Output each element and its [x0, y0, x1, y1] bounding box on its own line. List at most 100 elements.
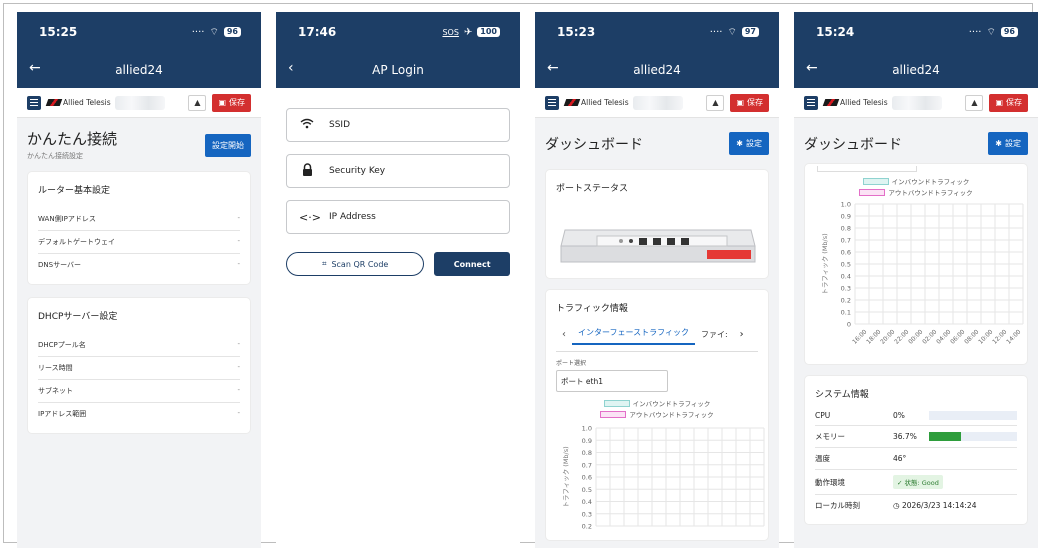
y-tick-label: 0.8	[582, 449, 592, 457]
x-tick-label: 10:00	[977, 328, 994, 345]
ssid-field[interactable]: SSID	[286, 108, 510, 142]
back-chevron-icon[interactable]: ‹	[288, 60, 294, 76]
chevron-left-icon[interactable]: ‹	[556, 329, 572, 340]
security-key-placeholder: Security Key	[329, 166, 386, 176]
battery-icon: 96	[1000, 27, 1018, 37]
signal-icon: ····	[968, 26, 982, 38]
traffic-chart: 1.0 0.9 0.8 0.7 0.6 0.5 0.4 0.3 0.2 トラフィック (Mb/s)	[562, 425, 765, 531]
user-icon[interactable]: ▲	[965, 94, 984, 111]
chart-legend: インバウンドトラフィック アウトバウンドトラフィック	[815, 176, 1017, 197]
port-select-label: ポート選択	[556, 360, 587, 367]
x-tick-label: 22:00	[893, 328, 910, 345]
toolbar: Allied Telesis ▲ ▣ 保存	[17, 88, 261, 118]
allied-telesis-logo: Allied Telesis	[563, 98, 629, 107]
list-item: リース時間 -	[38, 357, 240, 380]
legend-inbound[interactable]: インバウンドトラフィック	[815, 176, 1017, 186]
x-tick-label: 20:00	[879, 328, 896, 345]
x-tick-label: 02:00	[921, 328, 938, 345]
memory-row: メモリー 36.7%	[815, 426, 1017, 448]
toolbar: Allied Telesis ▲ ▣ 保存	[794, 88, 1038, 118]
allied-telesis-logo: Allied Telesis	[822, 98, 888, 107]
y-tick-label: 0.1	[841, 309, 851, 317]
y-tick-label: 0.8	[841, 225, 851, 233]
check-icon: ✓	[897, 479, 905, 487]
gear-icon: ✱	[995, 139, 1002, 148]
port-status-card: ポートステータス	[545, 169, 769, 279]
blurred-device-name	[114, 95, 165, 110]
page-subtitle: かんたん接続設定	[27, 152, 83, 160]
legend-outbound[interactable]: アウトバウンドトラフィック	[556, 409, 758, 419]
save-button[interactable]: ▣ 保存	[730, 93, 769, 112]
back-arrow-icon[interactable]: ←	[547, 60, 559, 76]
connect-button[interactable]: Connect	[434, 252, 510, 276]
y-tick-label: 0.2	[841, 297, 851, 305]
status-time: 17:46	[298, 25, 337, 39]
signal-icon: ····	[709, 26, 723, 38]
y-tick-label: 0	[847, 321, 851, 329]
traffic-chart-card: インバウンドトラフィック アウトバウンドトラフィック 1.0 0.9 0.8 0.7 0…	[804, 163, 1028, 365]
save-icon: ▣	[995, 98, 1003, 107]
main-content: かんたん接続 かんたん接続設定 設定開始 ルーター基本設定 WAN側IPアドレス…	[17, 118, 261, 454]
tab-file[interactable]: ファイ:	[695, 326, 734, 343]
back-arrow-icon[interactable]: ←	[806, 60, 818, 76]
save-button[interactable]: ▣ 保存	[989, 93, 1028, 112]
signal-icon: ····	[191, 26, 205, 38]
back-arrow-icon[interactable]: ←	[29, 60, 41, 76]
app-bar-title: AP Login	[372, 63, 424, 77]
y-tick-label: 0.9	[582, 437, 592, 445]
card-title: トラフィック情報	[556, 304, 628, 314]
cpu-bar	[929, 411, 1017, 420]
clock-icon: ◷	[893, 501, 902, 510]
wifi-icon: ⌔	[986, 26, 996, 38]
phone-dashboard-ports: 15:23 ···· ⌔ 97 ← allied24 Allied Telesis …	[535, 12, 779, 548]
settings-button[interactable]: ✱ 設定	[729, 132, 769, 155]
wifi-icon: ⌔	[209, 26, 219, 38]
save-icon: ▣	[736, 98, 744, 107]
chart-legend: インバウンドトラフィック アウトバウンドトラフィック	[556, 398, 758, 419]
legend-outbound[interactable]: アウトバウンドトラフィック	[815, 187, 1017, 197]
battery-icon: 96	[223, 27, 241, 37]
x-tick-label: 00:00	[907, 328, 924, 345]
y-tick-label: 0.5	[582, 486, 592, 494]
y-tick-label: 1.0	[841, 201, 851, 209]
app-bar: ‹ AP Login	[276, 52, 520, 88]
start-setup-button[interactable]: 設定開始	[205, 134, 251, 157]
user-icon[interactable]: ▲	[706, 94, 725, 111]
status-time: 15:24	[816, 25, 855, 39]
environment-row: 動作環境 ✓ 状態: Good	[815, 470, 1017, 495]
router-image	[557, 216, 757, 266]
traffic-card: トラフィック情報 ‹ インターフェーストラフィック ファイ: › ポート選択 ポ…	[545, 289, 769, 541]
scan-qr-button[interactable]: ⌗ Scan QR Code	[286, 252, 425, 276]
security-key-field[interactable]: Security Key	[286, 154, 510, 188]
battery-icon: 100	[477, 27, 500, 37]
settings-button[interactable]: ✱ 設定	[988, 132, 1028, 155]
system-info-card: システム情報 CPU 0% メモリー 36.7% 温度 46° 動作環境 ✓ 状…	[804, 375, 1028, 525]
save-button[interactable]: ▣ 保存	[212, 93, 251, 112]
y-tick-label: 0.3	[582, 510, 592, 518]
ip-address-placeholder: IP Address	[329, 212, 376, 222]
dhcp-card: DHCPサーバー設定 DHCPプール名 - リース時間 - サブネット - IPアドレ…	[27, 297, 251, 434]
gear-icon: ✱	[736, 139, 743, 148]
port-select[interactable]: ポート eth1	[556, 370, 668, 392]
cpu-row: CPU 0%	[815, 406, 1017, 426]
menu-icon[interactable]	[804, 95, 818, 110]
battery-icon: 97	[741, 27, 759, 37]
ip-address-field[interactable]: <·> IP Address	[286, 200, 510, 234]
status-time: 15:25	[39, 25, 78, 39]
blurred-device-name	[891, 95, 942, 110]
app-bar: ← allied24	[794, 52, 1038, 88]
menu-icon[interactable]	[27, 95, 41, 110]
phone-ap-login: 17:46 SOS ✈ 100 ‹ AP Login SSID Security K…	[276, 12, 520, 548]
blurred-device-name	[632, 95, 683, 110]
y-tick-label: 0.9	[841, 213, 851, 221]
legend-inbound[interactable]: インバウンドトラフィック	[556, 398, 758, 408]
chevron-right-icon[interactable]: ›	[734, 329, 750, 340]
menu-icon[interactable]	[545, 95, 559, 110]
x-tick-label: 08:00	[963, 328, 980, 345]
y-tick-label: 0.6	[841, 249, 851, 257]
y-tick-label: 1.0	[582, 425, 592, 433]
local-time-row: ローカル時刻 ◷ 2026/3/23 14:14:24	[815, 501, 977, 510]
app-bar-title: allied24	[633, 63, 681, 77]
user-icon[interactable]: ▲	[188, 94, 207, 111]
tab-interface-traffic[interactable]: インターフェーストラフィック	[572, 324, 695, 345]
